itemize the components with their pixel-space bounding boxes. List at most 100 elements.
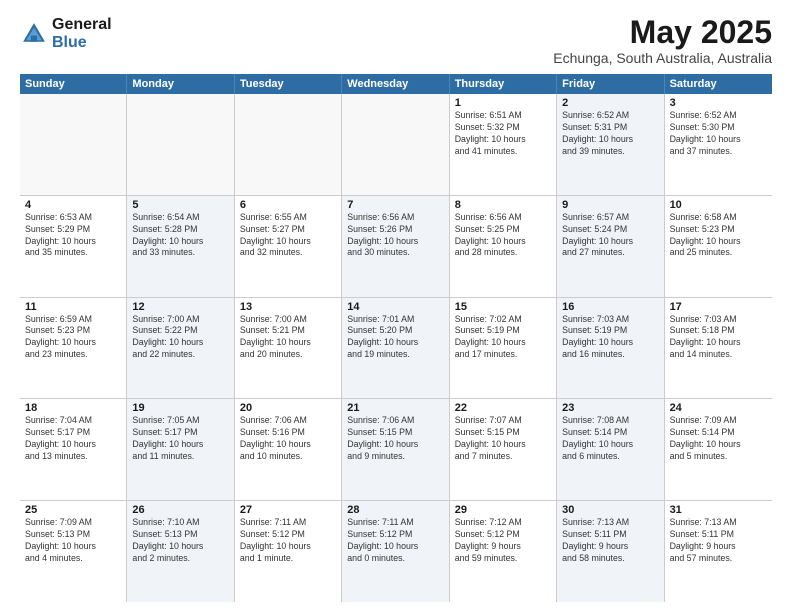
cell-info: Sunrise: 6:51 AM Sunset: 5:32 PM Dayligh…: [455, 110, 551, 158]
cell-info: Sunrise: 6:54 AM Sunset: 5:28 PM Dayligh…: [132, 212, 228, 260]
cell-info: Sunrise: 6:56 AM Sunset: 5:26 PM Dayligh…: [347, 212, 443, 260]
header-day-sunday: Sunday: [20, 74, 127, 94]
day-number: 3: [670, 97, 767, 109]
cell-info: Sunrise: 7:06 AM Sunset: 5:16 PM Dayligh…: [240, 415, 336, 463]
day-number: 24: [670, 402, 767, 414]
day-number: 1: [455, 97, 551, 109]
header-day-saturday: Saturday: [665, 74, 772, 94]
day-cell-16: 16Sunrise: 7:03 AM Sunset: 5:19 PM Dayli…: [557, 298, 664, 399]
day-number: 19: [132, 402, 228, 414]
day-cell-23: 23Sunrise: 7:08 AM Sunset: 5:14 PM Dayli…: [557, 399, 664, 500]
day-number: 2: [562, 97, 658, 109]
header: General Blue May 2025 Echunga, South Aus…: [20, 16, 772, 66]
header-day-wednesday: Wednesday: [342, 74, 449, 94]
day-number: 28: [347, 504, 443, 516]
logo-icon: [20, 20, 48, 48]
day-cell-11: 11Sunrise: 6:59 AM Sunset: 5:23 PM Dayli…: [20, 298, 127, 399]
day-number: 29: [455, 504, 551, 516]
day-cell-29: 29Sunrise: 7:12 AM Sunset: 5:12 PM Dayli…: [450, 501, 557, 602]
cell-info: Sunrise: 6:59 AM Sunset: 5:23 PM Dayligh…: [25, 314, 121, 362]
day-cell-6: 6Sunrise: 6:55 AM Sunset: 5:27 PM Daylig…: [235, 196, 342, 297]
day-cell-21: 21Sunrise: 7:06 AM Sunset: 5:15 PM Dayli…: [342, 399, 449, 500]
cell-info: Sunrise: 6:53 AM Sunset: 5:29 PM Dayligh…: [25, 212, 121, 260]
cell-info: Sunrise: 7:09 AM Sunset: 5:13 PM Dayligh…: [25, 517, 121, 565]
logo-text: General Blue: [52, 16, 112, 51]
day-number: 15: [455, 301, 551, 313]
day-number: 23: [562, 402, 658, 414]
day-cell-10: 10Sunrise: 6:58 AM Sunset: 5:23 PM Dayli…: [665, 196, 772, 297]
cell-info: Sunrise: 7:04 AM Sunset: 5:17 PM Dayligh…: [25, 415, 121, 463]
day-number: 31: [670, 504, 767, 516]
cell-info: Sunrise: 7:09 AM Sunset: 5:14 PM Dayligh…: [670, 415, 767, 463]
header-day-thursday: Thursday: [450, 74, 557, 94]
day-number: 9: [562, 199, 658, 211]
cell-info: Sunrise: 7:05 AM Sunset: 5:17 PM Dayligh…: [132, 415, 228, 463]
day-cell-4: 4Sunrise: 6:53 AM Sunset: 5:29 PM Daylig…: [20, 196, 127, 297]
day-cell-14: 14Sunrise: 7:01 AM Sunset: 5:20 PM Dayli…: [342, 298, 449, 399]
cell-info: Sunrise: 7:11 AM Sunset: 5:12 PM Dayligh…: [347, 517, 443, 565]
calendar-row-2: 11Sunrise: 6:59 AM Sunset: 5:23 PM Dayli…: [20, 298, 772, 400]
day-number: 12: [132, 301, 228, 313]
cell-info: Sunrise: 7:13 AM Sunset: 5:11 PM Dayligh…: [562, 517, 658, 565]
day-cell-1: 1Sunrise: 6:51 AM Sunset: 5:32 PM Daylig…: [450, 94, 557, 195]
calendar-row-1: 4Sunrise: 6:53 AM Sunset: 5:29 PM Daylig…: [20, 196, 772, 298]
cell-info: Sunrise: 7:12 AM Sunset: 5:12 PM Dayligh…: [455, 517, 551, 565]
cell-info: Sunrise: 6:56 AM Sunset: 5:25 PM Dayligh…: [455, 212, 551, 260]
cell-info: Sunrise: 6:55 AM Sunset: 5:27 PM Dayligh…: [240, 212, 336, 260]
logo-blue-text: Blue: [52, 34, 112, 52]
cell-info: Sunrise: 6:57 AM Sunset: 5:24 PM Dayligh…: [562, 212, 658, 260]
day-cell-25: 25Sunrise: 7:09 AM Sunset: 5:13 PM Dayli…: [20, 501, 127, 602]
day-number: 30: [562, 504, 658, 516]
day-cell-13: 13Sunrise: 7:00 AM Sunset: 5:21 PM Dayli…: [235, 298, 342, 399]
cell-info: Sunrise: 7:08 AM Sunset: 5:14 PM Dayligh…: [562, 415, 658, 463]
month-title: May 2025: [553, 16, 772, 48]
cell-info: Sunrise: 7:02 AM Sunset: 5:19 PM Dayligh…: [455, 314, 551, 362]
location-title: Echunga, South Australia, Australia: [553, 50, 772, 66]
empty-cell: [235, 94, 342, 195]
day-cell-17: 17Sunrise: 7:03 AM Sunset: 5:18 PM Dayli…: [665, 298, 772, 399]
empty-cell: [342, 94, 449, 195]
day-cell-8: 8Sunrise: 6:56 AM Sunset: 5:25 PM Daylig…: [450, 196, 557, 297]
page: General Blue May 2025 Echunga, South Aus…: [0, 0, 792, 612]
day-cell-20: 20Sunrise: 7:06 AM Sunset: 5:16 PM Dayli…: [235, 399, 342, 500]
calendar-header: SundayMondayTuesdayWednesdayThursdayFrid…: [20, 74, 772, 94]
day-number: 26: [132, 504, 228, 516]
cell-info: Sunrise: 7:10 AM Sunset: 5:13 PM Dayligh…: [132, 517, 228, 565]
calendar: SundayMondayTuesdayWednesdayThursdayFrid…: [20, 74, 772, 602]
day-cell-26: 26Sunrise: 7:10 AM Sunset: 5:13 PM Dayli…: [127, 501, 234, 602]
day-cell-30: 30Sunrise: 7:13 AM Sunset: 5:11 PM Dayli…: [557, 501, 664, 602]
day-number: 22: [455, 402, 551, 414]
cell-info: Sunrise: 7:01 AM Sunset: 5:20 PM Dayligh…: [347, 314, 443, 362]
day-cell-31: 31Sunrise: 7:13 AM Sunset: 5:11 PM Dayli…: [665, 501, 772, 602]
cell-info: Sunrise: 7:11 AM Sunset: 5:12 PM Dayligh…: [240, 517, 336, 565]
cell-info: Sunrise: 7:07 AM Sunset: 5:15 PM Dayligh…: [455, 415, 551, 463]
day-number: 11: [25, 301, 121, 313]
logo: General Blue: [20, 16, 112, 51]
cell-info: Sunrise: 7:13 AM Sunset: 5:11 PM Dayligh…: [670, 517, 767, 565]
day-number: 14: [347, 301, 443, 313]
day-cell-12: 12Sunrise: 7:00 AM Sunset: 5:22 PM Dayli…: [127, 298, 234, 399]
day-cell-18: 18Sunrise: 7:04 AM Sunset: 5:17 PM Dayli…: [20, 399, 127, 500]
day-cell-15: 15Sunrise: 7:02 AM Sunset: 5:19 PM Dayli…: [450, 298, 557, 399]
day-cell-7: 7Sunrise: 6:56 AM Sunset: 5:26 PM Daylig…: [342, 196, 449, 297]
logo-general-text: General: [52, 16, 112, 34]
empty-cell: [20, 94, 127, 195]
day-number: 21: [347, 402, 443, 414]
cell-info: Sunrise: 6:58 AM Sunset: 5:23 PM Dayligh…: [670, 212, 767, 260]
day-number: 27: [240, 504, 336, 516]
day-number: 4: [25, 199, 121, 211]
day-number: 13: [240, 301, 336, 313]
day-cell-27: 27Sunrise: 7:11 AM Sunset: 5:12 PM Dayli…: [235, 501, 342, 602]
day-cell-24: 24Sunrise: 7:09 AM Sunset: 5:14 PM Dayli…: [665, 399, 772, 500]
day-number: 8: [455, 199, 551, 211]
calendar-row-4: 25Sunrise: 7:09 AM Sunset: 5:13 PM Dayli…: [20, 501, 772, 602]
day-number: 20: [240, 402, 336, 414]
header-day-tuesday: Tuesday: [235, 74, 342, 94]
empty-cell: [127, 94, 234, 195]
cell-info: Sunrise: 6:52 AM Sunset: 5:31 PM Dayligh…: [562, 110, 658, 158]
header-day-monday: Monday: [127, 74, 234, 94]
day-cell-28: 28Sunrise: 7:11 AM Sunset: 5:12 PM Dayli…: [342, 501, 449, 602]
day-number: 17: [670, 301, 767, 313]
day-number: 5: [132, 199, 228, 211]
day-cell-3: 3Sunrise: 6:52 AM Sunset: 5:30 PM Daylig…: [665, 94, 772, 195]
